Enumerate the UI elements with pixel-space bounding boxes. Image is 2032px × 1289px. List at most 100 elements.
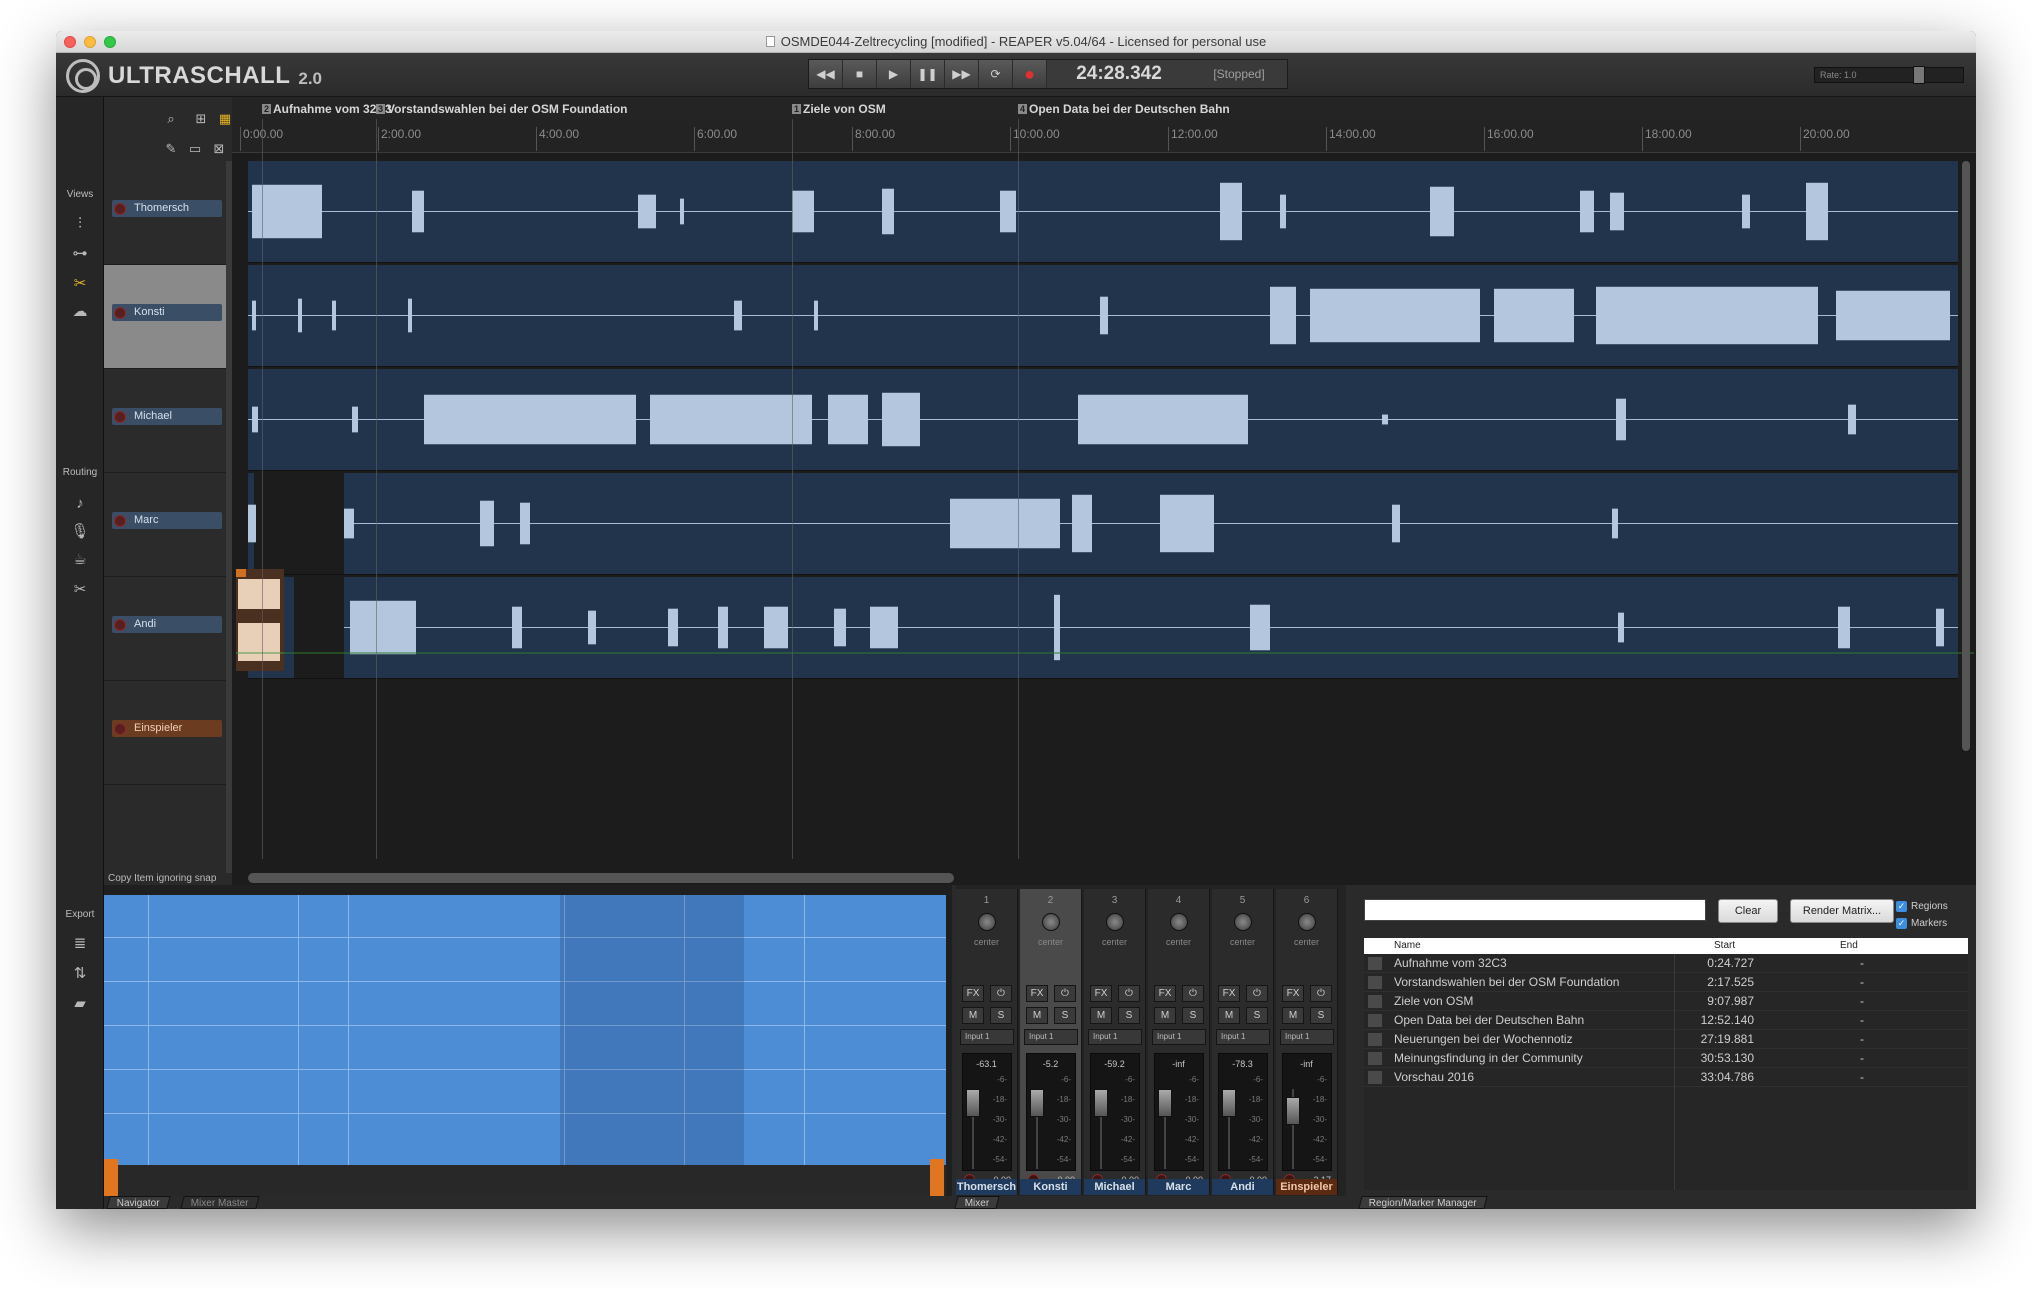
mixer-strip-einspieler[interactable]: 6 center FX ⏻ M S Input 1 -inf -6- -18- …: [1276, 889, 1338, 1195]
track-lane-michael[interactable]: [248, 369, 1958, 471]
mixer-view-icon[interactable]: ⫶: [68, 213, 92, 233]
marker-item[interactable]: 1 Ziele von OSM: [792, 102, 886, 116]
minimize-window-button[interactable]: [84, 36, 96, 48]
scissors-icon[interactable]: ✂: [68, 579, 92, 599]
pan-knob[interactable]: [1106, 913, 1124, 931]
pan-knob[interactable]: [1234, 913, 1252, 931]
track-lane-thomersch[interactable]: [248, 161, 1958, 263]
power-button[interactable]: ⏻: [1182, 985, 1204, 1002]
record-arm-button[interactable]: [114, 307, 126, 319]
pan-knob[interactable]: [1298, 913, 1316, 931]
track-thomersch[interactable]: Thomersch: [104, 161, 226, 265]
rate-slider-handle[interactable]: [1913, 66, 1925, 84]
microphone-icon[interactable]: 🎙: [68, 521, 92, 541]
close-window-button[interactable]: [64, 36, 76, 48]
volume-envelope[interactable]: [284, 651, 1974, 655]
record-arm-button[interactable]: [114, 515, 126, 527]
list-item[interactable]: Neuerungen bei der Wochennotiz 27:19.881…: [1364, 1030, 1968, 1049]
storyboard-view-icon[interactable]: ☁: [68, 301, 92, 321]
record-arm-button[interactable]: [114, 723, 126, 735]
fx-button[interactable]: FX: [1026, 985, 1048, 1002]
power-button[interactable]: ⏻: [1118, 985, 1140, 1002]
power-button[interactable]: ⏻: [1054, 985, 1076, 1002]
volume-fader[interactable]: [1286, 1097, 1300, 1125]
mixer-strip-marc[interactable]: 4 center FX ⏻ M S Input 1 -inf -6- -18- …: [1148, 889, 1210, 1195]
list-item[interactable]: Aufnahme vom 32C3 0:24.727 -: [1364, 954, 1968, 973]
grid-small-icon[interactable]: ⊞: [190, 109, 212, 129]
vertical-scrollbar[interactable]: [1962, 161, 1970, 751]
input-select[interactable]: Input 1: [1024, 1029, 1078, 1045]
volume-fader[interactable]: [1030, 1089, 1044, 1117]
power-button[interactable]: ⏻: [1310, 985, 1332, 1002]
solo-button[interactable]: S: [990, 1007, 1012, 1024]
track-lane-konsti[interactable]: [248, 265, 1958, 367]
track-marc[interactable]: Marc: [104, 473, 226, 577]
forward-button[interactable]: ▶▶: [945, 60, 979, 88]
marker-item[interactable]: 4 Open Data bei der Deutschen Bahn: [1018, 102, 1230, 116]
snap-off-icon[interactable]: ⊠: [208, 139, 230, 159]
audio-item-waveform[interactable]: [248, 369, 1958, 470]
solo-button[interactable]: S: [1054, 1007, 1076, 1024]
column-header-name[interactable]: Name: [1394, 940, 1421, 951]
record-button[interactable]: ●: [1013, 60, 1047, 88]
repeat-button[interactable]: ⟳: [979, 60, 1013, 88]
tab-navigator[interactable]: Navigator: [106, 1196, 171, 1209]
volume-fader[interactable]: [1094, 1089, 1108, 1117]
audio-item-waveform[interactable]: [248, 577, 1958, 678]
glasses-view-icon[interactable]: ⊶: [68, 243, 92, 263]
arrange-view[interactable]: 2 Aufnahme vom 32C3 3 Vorstandswahlen be…: [232, 97, 1976, 885]
record-arm-button[interactable]: [114, 411, 126, 423]
fx-button[interactable]: FX: [1154, 985, 1176, 1002]
music-note-icon[interactable]: ♪: [68, 493, 92, 513]
input-select[interactable]: Input 1: [1280, 1029, 1334, 1045]
tab-region-marker-manager[interactable]: Region/Marker Manager: [1358, 1196, 1488, 1209]
horizontal-scrollbar[interactable]: [248, 873, 954, 883]
track-konsti[interactable]: Konsti: [104, 265, 226, 369]
tab-mixer[interactable]: Mixer: [954, 1196, 1001, 1209]
audio-item-waveform[interactable]: [248, 265, 1958, 366]
track-michael[interactable]: Michael: [104, 369, 226, 473]
marker-item[interactable]: 3 Vorstandswahlen bei der OSM Foundation: [376, 102, 627, 116]
markers-checkbox[interactable]: ✓ Markers: [1896, 918, 1947, 929]
regions-checkbox[interactable]: ✓ Regions: [1896, 901, 1948, 912]
pause-button[interactable]: ❚❚: [911, 60, 945, 88]
stop-button[interactable]: ■: [843, 60, 877, 88]
mute-button[interactable]: M: [1090, 1007, 1112, 1024]
list-item[interactable]: Ziele von OSM 9:07.987 -: [1364, 992, 1968, 1011]
column-header-start[interactable]: Start: [1714, 940, 1735, 951]
mixer-strip-michael[interactable]: 3 center FX ⏻ M S Input 1 -59.2 -6- -18-…: [1084, 889, 1146, 1195]
region-search-input[interactable]: [1364, 899, 1706, 921]
audio-item-waveform[interactable]: [248, 473, 1958, 574]
mute-button[interactable]: M: [1154, 1007, 1176, 1024]
render-matrix-button[interactable]: Render Matrix...: [1790, 899, 1894, 923]
timeline-ruler[interactable]: 0:00.00 2:00.00 4:00.00 6:00.00 8:00.00 …: [232, 119, 1976, 153]
track-lane-marc[interactable]: [248, 473, 1958, 575]
mute-button[interactable]: M: [962, 1007, 984, 1024]
list-item[interactable]: Vorstandswahlen bei der OSM Foundation 2…: [1364, 973, 1968, 992]
solo-button[interactable]: S: [1118, 1007, 1140, 1024]
pan-knob[interactable]: [978, 913, 996, 931]
fx-button[interactable]: FX: [1282, 985, 1304, 1002]
einspieler-audio-item[interactable]: [236, 569, 284, 671]
power-button[interactable]: ⏻: [1246, 985, 1268, 1002]
coffee-cup-icon[interactable]: ☕: [68, 549, 92, 569]
envelope-tool-icon[interactable]: ✎: [160, 139, 182, 159]
play-button[interactable]: ▶: [877, 60, 911, 88]
record-arm-button[interactable]: [114, 619, 126, 631]
track-lane-andi[interactable]: [248, 577, 1958, 679]
solo-button[interactable]: S: [1310, 1007, 1332, 1024]
navigator-view-area[interactable]: [560, 895, 744, 1205]
ripple-tool-icon[interactable]: ▭: [184, 139, 206, 159]
volume-fader[interactable]: [1158, 1089, 1172, 1117]
rate-slider[interactable]: Rate: 1.0: [1814, 66, 1964, 84]
mute-button[interactable]: M: [1282, 1007, 1304, 1024]
solo-button[interactable]: S: [1182, 1007, 1204, 1024]
navigator-panel[interactable]: [104, 885, 952, 1209]
track-einspieler[interactable]: Einspieler: [104, 681, 226, 785]
track-andi[interactable]: Andi: [104, 577, 226, 681]
list-item[interactable]: Vorschau 2016 33:04.786 -: [1364, 1068, 1968, 1087]
list-item[interactable]: Open Data bei der Deutschen Bahn 12:52.1…: [1364, 1011, 1968, 1030]
zoom-tool-icon[interactable]: ⌕: [160, 109, 182, 129]
power-button[interactable]: ⏻: [990, 985, 1012, 1002]
fx-button[interactable]: FX: [1218, 985, 1240, 1002]
